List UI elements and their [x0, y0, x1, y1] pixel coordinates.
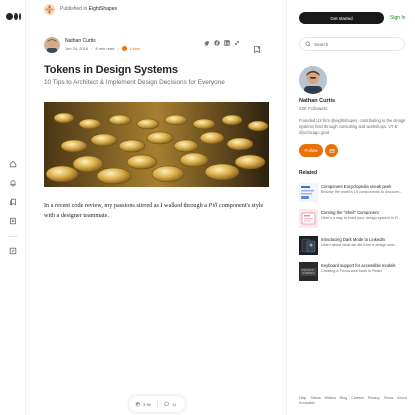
author-meta: Jun 24, 2016 · 8 min read · Listen — [65, 46, 140, 51]
get-started-button[interactable]: Get started — [299, 12, 384, 24]
related-item[interactable]: Keyboard support for accessible modals C… — [299, 262, 409, 282]
footer-link-blog[interactable]: Blog — [340, 396, 347, 400]
related-title: Keyboard support for accessible modals — [321, 263, 396, 268]
right-sidebar: Get started Sign In Nathan Curtis 22K Fo… — [286, 0, 415, 415]
footer-link-knowable[interactable]: Knowable — [299, 401, 315, 405]
profile-bio: Founded UX firm @eightshapes, contributi… — [299, 118, 406, 135]
sign-in-link[interactable]: Sign In — [390, 15, 406, 21]
related-item[interactable]: Introducing Dark Mode to LinkedIn Learn … — [299, 236, 409, 256]
engagement-bar: 3.9K 11 — [129, 396, 185, 412]
medium-logo[interactable] — [6, 13, 22, 20]
search-icon — [305, 41, 311, 47]
read-time: 8 min read — [95, 46, 115, 51]
mail-icon — [329, 148, 334, 153]
clap-count: 3.9K — [143, 401, 152, 407]
bar-divider — [157, 400, 159, 408]
published-in-prefix: Published in — [60, 6, 88, 12]
related-description: Browse the world's 10 components to disc… — [321, 190, 403, 194]
related-thumbnail — [299, 262, 318, 281]
bell-icon[interactable] — [9, 179, 17, 187]
followers-count[interactable]: 22K Followers — [299, 106, 328, 111]
related-thumbnail — [299, 183, 318, 202]
author-name[interactable]: Nathan Curtis — [65, 38, 96, 44]
responses-count: 11 — [172, 401, 177, 407]
related-description: Here's a way to build your design system… — [321, 216, 402, 220]
footer-link-about[interactable]: About — [397, 396, 406, 400]
responses-button[interactable]: 11 — [164, 401, 176, 407]
publication-row: Published in EightShapes — [44, 3, 117, 15]
author-avatar[interactable] — [44, 37, 60, 53]
publication-name[interactable]: EightShapes — [89, 6, 117, 12]
clap-button[interactable]: 3.9K — [135, 401, 151, 407]
clap-icon — [135, 401, 141, 407]
bookmark-icon[interactable] — [254, 40, 260, 54]
search-box[interactable] — [299, 37, 405, 51]
related-title: Coming the "Shell" Component — [321, 210, 379, 215]
profile-name[interactable]: Nathan Curtis — [299, 98, 335, 104]
search-input[interactable] — [314, 41, 394, 47]
share-icons — [204, 40, 240, 46]
related-thumbnail — [299, 236, 318, 255]
twitter-icon[interactable] — [204, 40, 210, 46]
publish-date: Jun 24, 2016 — [65, 46, 89, 51]
play-icon[interactable] — [121, 46, 127, 51]
article-title: Tokens in Design Systems — [44, 64, 178, 76]
linkedin-icon[interactable] — [224, 40, 230, 46]
footer-link-privacy[interactable]: Privacy — [368, 396, 380, 400]
profile-avatar[interactable] — [299, 66, 327, 94]
footer-link-status[interactable]: Status — [310, 396, 320, 400]
link-icon[interactable] — [234, 40, 240, 46]
meta-separator: · — [91, 46, 93, 51]
eightshapes-logo[interactable] — [44, 3, 55, 15]
related-title: Component Encyclopedia sneak peek — [321, 184, 392, 189]
footer-link-terms[interactable]: Terms — [384, 396, 394, 400]
subscribe-email-button[interactable] — [325, 144, 338, 157]
meta-separator: · — [117, 46, 119, 51]
related-heading: Related — [299, 170, 318, 176]
body-text-part: In a recent code review, my passions sti… — [44, 202, 209, 209]
publication-label: Published in EightShapes — [60, 6, 117, 12]
related-description: Learn about what we did from a design an… — [321, 243, 397, 247]
related-item[interactable]: Component Encyclopedia sneak peek Browse… — [299, 183, 409, 203]
footer-links: Help Status Writers Blog Careers Privacy… — [299, 396, 411, 406]
bookmarks-icon[interactable] — [9, 198, 17, 206]
related-description: Creating a Focus lock hook in React — [321, 269, 382, 273]
related-title: Introducing Dark Mode to LinkedIn — [321, 237, 386, 242]
article-body-paragraph: In a recent code review, my passions sti… — [44, 201, 269, 221]
footer-link-careers[interactable]: Careers — [351, 396, 364, 400]
related-item[interactable]: Coming the "Shell" Component Here's a wa… — [299, 209, 409, 229]
comment-icon — [164, 401, 169, 407]
rail-divider — [8, 236, 18, 237]
related-thumbnail — [299, 209, 318, 228]
stories-icon[interactable] — [9, 217, 17, 225]
write-icon[interactable] — [9, 247, 17, 255]
listen-button[interactable]: Listen — [130, 46, 141, 51]
article-subtitle: 10 Tips to Architect & Implement Design … — [44, 79, 225, 86]
footer-link-writers[interactable]: Writers — [325, 396, 336, 400]
hero-image-gold-coins — [44, 102, 269, 187]
home-icon[interactable] — [9, 160, 17, 168]
facebook-icon[interactable] — [214, 40, 220, 46]
left-rail — [0, 0, 26, 415]
footer-link-help[interactable]: Help — [299, 396, 306, 400]
follow-button[interactable]: Follow — [299, 144, 323, 157]
